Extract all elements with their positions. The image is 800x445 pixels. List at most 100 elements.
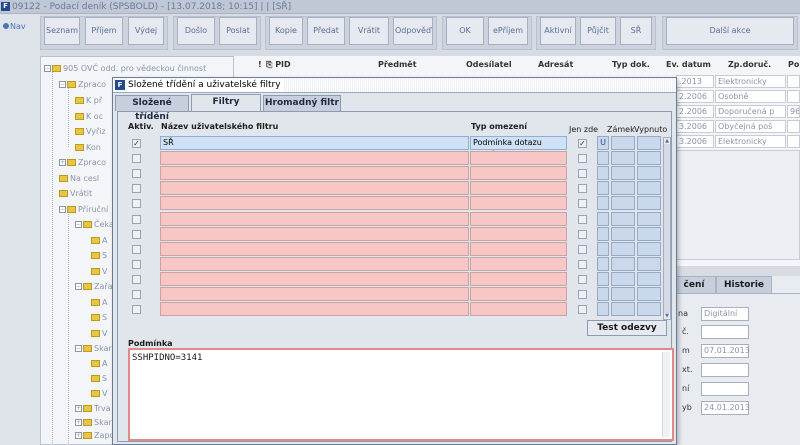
eprijem-button[interactable]: ePříjem	[488, 17, 528, 45]
active-checkbox[interactable]	[132, 260, 141, 269]
filter-type-field[interactable]	[470, 302, 567, 316]
scroll-up-icon[interactable]: ▲	[664, 138, 670, 144]
only-here-checkbox[interactable]	[578, 215, 587, 224]
condition-scrollbar[interactable]	[662, 352, 670, 437]
filter-type-field[interactable]	[470, 257, 567, 271]
filter-row[interactable]	[118, 212, 663, 226]
off-field-extra[interactable]	[637, 151, 661, 165]
tree-item[interactable]: −905 OVČ odd. pro vědeckou činnost	[44, 62, 206, 76]
filter-name-field[interactable]	[160, 151, 469, 165]
filter-row[interactable]	[118, 181, 663, 195]
kopie-button[interactable]: Kopie	[269, 17, 303, 45]
only-here-checkbox[interactable]	[578, 199, 587, 208]
col-header-subject[interactable]: Předmět	[378, 60, 417, 74]
tree-item[interactable]: + Skar	[75, 416, 112, 430]
detail-field[interactable]	[701, 363, 749, 377]
only-here-checkbox[interactable]	[578, 305, 587, 314]
sr-button[interactable]: SŘ	[620, 17, 652, 45]
aktivni-button[interactable]: Aktivní	[540, 17, 576, 45]
doslo-button[interactable]: Došlo	[177, 17, 215, 45]
seznam-button[interactable]: Seznam	[44, 17, 80, 45]
off-field[interactable]	[611, 302, 635, 316]
tab-filtry[interactable]: Filtry	[191, 94, 261, 111]
grid-cell-date[interactable]: 3.2006	[676, 135, 714, 148]
only-here-checkbox[interactable]	[578, 184, 587, 193]
off-field[interactable]	[611, 196, 635, 210]
lock-field[interactable]	[597, 287, 609, 301]
off-field-extra[interactable]	[637, 166, 661, 180]
tree-item[interactable]: V	[91, 265, 107, 279]
tree-item[interactable]: Na cesl	[59, 172, 99, 186]
off-field[interactable]	[611, 287, 635, 301]
col-header-doctype[interactable]: Typ dok.	[612, 60, 650, 74]
detail-field[interactable]	[701, 325, 749, 339]
filter-row[interactable]	[118, 242, 663, 256]
only-here-checkbox[interactable]	[578, 245, 587, 254]
lock-field[interactable]	[597, 212, 609, 226]
filter-type-field[interactable]	[470, 287, 567, 301]
tree-item[interactable]: V	[91, 387, 107, 401]
filter-row[interactable]	[118, 151, 663, 165]
grid-cell-date[interactable]: 2.2006	[676, 90, 714, 103]
off-field-extra[interactable]	[637, 242, 661, 256]
detail-field[interactable]	[701, 382, 749, 396]
filter-type-field[interactable]	[470, 272, 567, 286]
off-field[interactable]	[611, 136, 635, 150]
filter-type-field[interactable]	[470, 212, 567, 226]
active-checkbox[interactable]	[132, 230, 141, 239]
off-field-extra[interactable]	[637, 227, 661, 241]
tree-item[interactable]: V	[91, 327, 107, 341]
off-field-extra[interactable]	[637, 302, 661, 316]
off-field[interactable]	[611, 227, 635, 241]
only-here-checkbox[interactable]	[578, 169, 587, 178]
tree-item[interactable]: − Skar	[75, 342, 112, 356]
col-header-flag[interactable]: !	[258, 60, 262, 74]
tree-item[interactable]: S	[91, 249, 107, 263]
lock-field[interactable]	[597, 302, 609, 316]
active-checkbox[interactable]	[132, 169, 141, 178]
tab-cteni[interactable]: čení	[672, 276, 716, 293]
filter-name-field[interactable]	[160, 196, 469, 210]
filter-type-field[interactable]	[470, 166, 567, 180]
off-field[interactable]	[611, 272, 635, 286]
lock-field[interactable]	[597, 196, 609, 210]
grid-cell-date[interactable]: 2.2006	[676, 105, 714, 118]
filter-type-field[interactable]	[470, 151, 567, 165]
filter-name-field[interactable]	[160, 302, 469, 316]
col-header-pid[interactable]: ⎘ PID	[266, 60, 291, 74]
prijem-button[interactable]: Příjem	[85, 17, 123, 45]
active-checkbox[interactable]	[132, 305, 141, 314]
filter-name-field[interactable]	[160, 257, 469, 271]
filter-name-field[interactable]	[160, 227, 469, 241]
only-here-checkbox[interactable]	[578, 275, 587, 284]
grid-cell-date[interactable]: 3.2006	[676, 120, 714, 133]
poslat-button[interactable]: Poslat	[219, 17, 257, 45]
lock-field[interactable]: U	[597, 136, 609, 150]
filter-name-field[interactable]	[160, 242, 469, 256]
tab-hromadny-filtr[interactable]: Hromadný filtr	[263, 95, 341, 111]
filter-name-field[interactable]	[160, 212, 469, 226]
grid-cell-date[interactable]: .2013	[676, 75, 714, 88]
filter-type-field[interactable]	[470, 196, 567, 210]
active-checkbox[interactable]	[132, 275, 141, 284]
filter-row[interactable]	[118, 272, 663, 286]
filter-name-field[interactable]	[160, 272, 469, 286]
tree-item[interactable]: + Zapo	[75, 429, 114, 443]
tree-item[interactable]: − Zařa	[75, 280, 113, 294]
grid-cell-delivery[interactable]: Obyčejná poš	[715, 120, 786, 133]
odpoved-button[interactable]: Odpověď	[393, 17, 433, 45]
tab-slozene-trideni[interactable]: Složené třídění	[115, 95, 189, 122]
off-field-extra[interactable]	[637, 287, 661, 301]
grid-cell-last[interactable]	[787, 75, 800, 88]
tree-item[interactable]: − Čeka	[75, 218, 114, 232]
active-checkbox[interactable]	[132, 290, 141, 299]
off-field[interactable]	[611, 242, 635, 256]
tree-item[interactable]: K př	[75, 94, 102, 108]
filter-type-field[interactable]	[470, 242, 567, 256]
lock-field[interactable]	[597, 166, 609, 180]
only-here-checkbox[interactable]	[578, 154, 587, 163]
grid-cell-delivery[interactable]: Doporučená p	[715, 105, 786, 118]
filter-row[interactable]	[118, 287, 663, 301]
active-checkbox[interactable]: ✓	[132, 139, 141, 148]
lock-field[interactable]	[597, 242, 609, 256]
